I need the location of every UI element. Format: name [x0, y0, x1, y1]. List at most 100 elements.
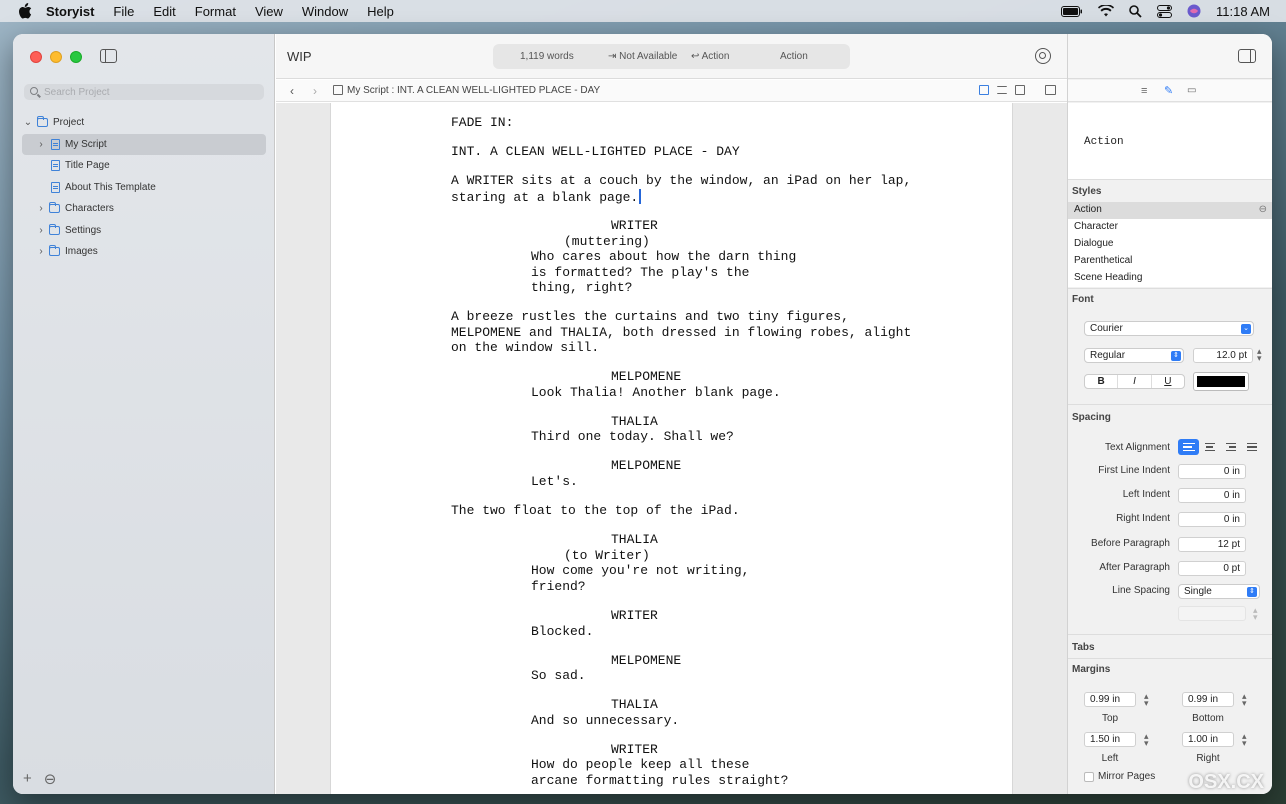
character-line[interactable]: MELPOMENE	[611, 458, 681, 474]
battery-icon[interactable]	[1061, 5, 1083, 17]
top-margin-stepper[interactable]: ▴ ▾	[1144, 692, 1149, 708]
action-line[interactable]: A WRITER sits at a couch by the window, …	[451, 173, 911, 189]
chevron-right-icon[interactable]: ›	[36, 139, 46, 150]
close-button[interactable]	[30, 51, 42, 63]
tree-item-project[interactable]: ⌄ Project	[13, 112, 275, 134]
dialogue-line[interactable]: Let's.	[531, 474, 578, 490]
breadcrumb[interactable]: My Script : INT. A CLEAN WELL-LIGHTED PL…	[347, 85, 600, 96]
line-spacing-stepper[interactable]: ▴ ▾	[1253, 606, 1258, 622]
more-options-icon[interactable]: ⊖	[44, 770, 57, 788]
style-item-scene-heading[interactable]: Scene Heading	[1074, 272, 1142, 283]
before-paragraph-field[interactable]: 12 pt	[1178, 537, 1246, 552]
after-paragraph-field[interactable]: 0 pt	[1178, 561, 1246, 576]
zoom-button[interactable]	[70, 51, 82, 63]
chevron-right-icon[interactable]: ›	[36, 203, 46, 214]
dialogue-line[interactable]: is formatted? The play's the	[531, 265, 749, 281]
align-center-icon[interactable]	[1199, 439, 1220, 455]
outline-view-icon[interactable]	[997, 86, 1007, 94]
forward-icon[interactable]: ›	[313, 84, 317, 98]
parenthetical-line[interactable]: (to Writer)	[564, 548, 650, 564]
parenthetical-line[interactable]: (muttering)	[564, 234, 650, 250]
tree-item-images[interactable]: › Images	[13, 241, 275, 263]
underline-button[interactable]: U	[1152, 375, 1184, 388]
style-item-parenthetical[interactable]: Parenthetical	[1074, 255, 1132, 266]
menu-help[interactable]: Help	[367, 4, 394, 19]
align-right-icon[interactable]	[1220, 439, 1241, 455]
tree-item-my-script[interactable]: › My Script	[22, 133, 266, 155]
control-center-icon[interactable]	[1157, 4, 1173, 18]
current-style[interactable]: Action	[780, 51, 808, 62]
character-line[interactable]: THALIA	[611, 414, 658, 430]
target-icon[interactable]	[1035, 48, 1051, 64]
spotlight-icon[interactable]	[1129, 4, 1142, 18]
top-margin-field[interactable]: 0.99 in	[1084, 692, 1136, 707]
remove-style-icon[interactable]: ⊖	[1259, 204, 1267, 215]
italic-button[interactable]: I	[1118, 375, 1152, 388]
wifi-icon[interactable]	[1098, 5, 1115, 17]
dialogue-line[interactable]: How do people keep all these	[531, 757, 749, 773]
menu-format[interactable]: Format	[195, 4, 236, 19]
character-line[interactable]: WRITER	[611, 608, 658, 624]
search-project-field[interactable]: Search Project	[24, 84, 264, 100]
mirror-pages-checkbox[interactable]	[1084, 772, 1094, 782]
siri-icon[interactable]	[1187, 4, 1201, 18]
chevron-down-icon[interactable]: ⌄	[23, 117, 33, 128]
bottom-margin-field[interactable]: 0.99 in	[1182, 692, 1234, 707]
action-line[interactable]: staring at a blank page.	[451, 188, 641, 206]
action-line[interactable]: The two float to the top of the iPad.	[451, 503, 740, 519]
right-margin-stepper[interactable]: ▴ ▾	[1242, 732, 1247, 748]
character-line[interactable]: WRITER	[611, 742, 658, 758]
dialogue-line[interactable]: arcane formatting rules straight?	[531, 773, 788, 789]
font-color-well[interactable]	[1193, 372, 1249, 391]
inspector-toggle-icon[interactable]	[1238, 49, 1256, 63]
comment-tab-icon[interactable]: ▭	[1187, 85, 1196, 96]
align-justify-icon[interactable]	[1241, 439, 1262, 455]
dialogue-line[interactable]: And so unnecessary.	[531, 713, 679, 729]
left-indent-field[interactable]: 0 in	[1178, 488, 1246, 503]
bold-button[interactable]: B	[1085, 375, 1119, 388]
dialogue-line[interactable]: friend?	[531, 579, 586, 595]
tree-item-settings[interactable]: › Settings	[13, 220, 275, 242]
right-indent-field[interactable]: 0 in	[1178, 512, 1246, 527]
character-line[interactable]: THALIA	[611, 532, 658, 548]
chevron-right-icon[interactable]: ›	[36, 225, 46, 236]
dialogue-line[interactable]: Look Thalia! Another blank page.	[531, 385, 781, 401]
style-item-action[interactable]: Action ⊖	[1068, 202, 1272, 219]
tree-item-title-page[interactable]: Title Page	[13, 155, 275, 177]
font-size-field[interactable]: 12.0 pt	[1193, 348, 1253, 363]
apple-icon[interactable]	[18, 3, 32, 19]
script-scroll-area[interactable]: FADE IN: INT. A CLEAN WELL-LIGHTED PLACE…	[276, 103, 1067, 794]
split-view-icon[interactable]	[1045, 85, 1056, 95]
menu-window[interactable]: Window	[302, 4, 348, 19]
dialogue-line[interactable]: Blocked.	[531, 624, 593, 640]
transition-line[interactable]: FADE IN:	[451, 115, 513, 131]
bottom-margin-stepper[interactable]: ▴ ▾	[1242, 692, 1247, 708]
font-size-stepper[interactable]: ▴ ▾	[1257, 347, 1262, 363]
back-icon[interactable]: ‹	[290, 84, 294, 98]
paragraph-tab-icon[interactable]: ≡	[1141, 85, 1147, 97]
minimize-button[interactable]	[50, 51, 62, 63]
page-view-icon[interactable]	[979, 85, 989, 95]
right-margin-field[interactable]: 1.00 in	[1182, 732, 1234, 747]
style-item-dialogue[interactable]: Dialogue	[1074, 238, 1113, 249]
font-family-select[interactable]: Courier ⌄	[1084, 321, 1254, 336]
dialogue-line[interactable]: Who cares about how the darn thing	[531, 249, 796, 265]
action-line[interactable]: A breeze rustles the curtains and two ti…	[451, 309, 849, 325]
tabs-header[interactable]: Tabs	[1072, 642, 1095, 653]
character-line[interactable]: MELPOMENE	[611, 369, 681, 385]
menu-view[interactable]: View	[255, 4, 283, 19]
breadcrumb-doc[interactable]: My Script	[347, 85, 389, 96]
dialogue-line[interactable]: Third one today. Shall we?	[531, 429, 734, 445]
line-spacing-select[interactable]: Single ⇕	[1178, 584, 1260, 599]
menu-app-name[interactable]: Storyist	[46, 4, 94, 19]
menu-file[interactable]: File	[113, 4, 134, 19]
word-count[interactable]: 1,119 words	[520, 51, 574, 62]
style-item-character[interactable]: Character	[1074, 221, 1118, 232]
font-style-select[interactable]: Regular ⇕	[1084, 348, 1184, 363]
scene-heading-line[interactable]: INT. A CLEAN WELL-LIGHTED PLACE - DAY	[451, 144, 740, 160]
align-left-icon[interactable]	[1178, 439, 1199, 455]
action-text[interactable]: staring at a blank page.	[451, 190, 638, 205]
menubar-clock[interactable]: 11:18 AM	[1216, 4, 1270, 19]
add-icon[interactable]: +	[23, 770, 32, 788]
character-line[interactable]: MELPOMENE	[611, 653, 681, 669]
